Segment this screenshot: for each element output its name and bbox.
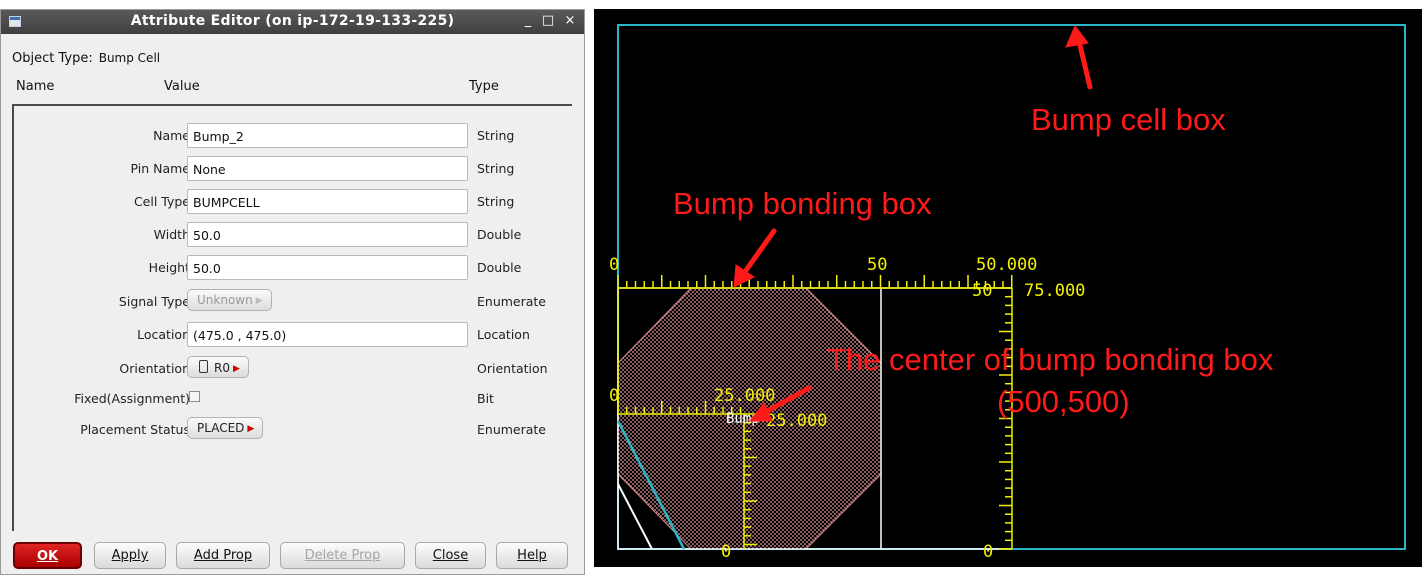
- attribute-row-orientation: Orientation R0 ▶ Orientation: [14, 356, 574, 382]
- attribute-label: Signal Type: [118, 294, 190, 309]
- add-prop-button[interactable]: Add Prop: [176, 542, 270, 569]
- attribute-row-cell-type: Cell Type BUMPCELL String: [14, 189, 574, 215]
- signal-type-value: Unknown: [197, 293, 253, 307]
- attribute-row-height: Height 50.0 Double: [14, 255, 574, 281]
- ruler-label: 0: [983, 542, 994, 562]
- attribute-type: Enumerate: [477, 294, 547, 309]
- signal-type-menu[interactable]: Unknown ▶: [187, 289, 272, 311]
- location-field[interactable]: (475.0 , 475.0): [187, 322, 468, 347]
- minimize-icon[interactable]: _: [521, 13, 535, 28]
- attribute-label: Cell Type: [133, 194, 190, 209]
- ruler-label: 75.000: [1024, 281, 1086, 301]
- ruler-label: 50.000: [976, 255, 1038, 275]
- attribute-label: Fixed(Assignment): [74, 391, 190, 406]
- attribute-row-location: Location (475.0 , 475.0) Location: [14, 322, 574, 348]
- orientation-menu[interactable]: R0 ▶: [187, 356, 249, 378]
- menu-arrow-icon: ▶: [247, 424, 255, 434]
- layout-canvas[interactable]: 0 50 50.000 50 75.000 0 25.000 25.000 Bu…: [594, 9, 1422, 567]
- object-type-value: Bump Cell: [98, 51, 161, 65]
- attribute-row-signal-type: Signal Type Unknown ▶ Enumerate: [14, 289, 574, 315]
- attribute-type: String: [477, 194, 515, 209]
- center-annotation-line2: (500,500): [997, 384, 1130, 419]
- orientation-icon: [199, 360, 208, 373]
- ruler-label: 0: [609, 255, 620, 275]
- help-button[interactable]: Help: [496, 542, 568, 569]
- attribute-type: String: [477, 161, 515, 176]
- apply-button[interactable]: Apply: [94, 542, 166, 569]
- attribute-type: Location: [477, 327, 530, 342]
- attribute-editor-window: Attribute Editor (on ip-172-19-133-225) …: [0, 9, 585, 575]
- close-icon[interactable]: ×: [563, 13, 577, 28]
- menu-arrow-icon: ▶: [255, 296, 263, 306]
- bump-bonding-box-annotation: Bump bonding box: [673, 186, 932, 221]
- attribute-label: Orientation: [119, 361, 190, 376]
- window-title: Attribute Editor (on ip-172-19-133-225): [130, 13, 455, 29]
- attribute-type: Bit: [477, 391, 494, 406]
- attribute-label: Height: [148, 260, 190, 275]
- attribute-type: Orientation: [477, 361, 548, 376]
- ruler-label: 0: [721, 542, 732, 562]
- maximize-icon[interactable]: □: [541, 13, 555, 28]
- pin-name-field[interactable]: None: [187, 156, 468, 181]
- ruler-label: 0: [609, 386, 620, 406]
- ruler-label: 25.000: [714, 386, 776, 406]
- bump-instance-label: Bump: [726, 411, 760, 427]
- column-header-type: Type: [469, 79, 499, 94]
- button-bar: OK Apply Add Prop Delete Prop Close Help: [1, 542, 584, 574]
- attribute-row-fixed: Fixed(Assignment) Bit: [14, 386, 574, 412]
- column-header-name: Name: [16, 79, 55, 94]
- attribute-panel: Name Bump_2 String Pin Name None String …: [12, 104, 572, 531]
- attribute-type: Double: [477, 260, 522, 275]
- object-type-label: Object Type:: [12, 51, 93, 66]
- delete-prop-button[interactable]: Delete Prop: [280, 542, 405, 569]
- bump-cell-box-annotation: Bump cell box: [1031, 102, 1226, 137]
- attribute-label: Name: [153, 128, 190, 143]
- layout-drawing: [616, 24, 1406, 550]
- menu-arrow-icon: ▶: [232, 364, 240, 374]
- attribute-label: Placement Status: [80, 422, 190, 437]
- ruler-label: 25.000: [766, 411, 828, 431]
- editor-content: Object Type: Bump Cell Name Value Type Na…: [1, 34, 584, 574]
- attribute-type: Enumerate: [477, 422, 547, 437]
- attribute-type: Double: [477, 227, 522, 242]
- placement-status-value: PLACED: [197, 421, 245, 435]
- close-button[interactable]: Close: [415, 542, 486, 569]
- column-header-value: Value: [164, 79, 200, 94]
- ruler-label: 50: [867, 255, 888, 275]
- attribute-label: Width: [153, 227, 190, 242]
- name-field[interactable]: Bump_2: [187, 123, 468, 148]
- width-field[interactable]: 50.0: [187, 222, 468, 247]
- title-bar[interactable]: Attribute Editor (on ip-172-19-133-225) …: [1, 10, 584, 34]
- ruler-label: 50: [972, 281, 993, 301]
- center-annotation-line1: The center of bump bonding box: [827, 342, 1274, 377]
- attribute-type: String: [477, 128, 515, 143]
- attribute-label: Pin Name: [130, 161, 190, 176]
- attribute-row-pin-name: Pin Name None String: [14, 156, 574, 182]
- ok-button[interactable]: OK: [13, 542, 82, 569]
- object-type: Object Type: Bump Cell: [12, 51, 160, 66]
- attribute-row-placement-status: Placement Status PLACED ▶ Enumerate: [14, 417, 574, 443]
- attribute-row-name: Name Bump_2 String: [14, 123, 574, 149]
- fixed-checkbox[interactable]: [189, 391, 200, 402]
- height-field[interactable]: 50.0: [187, 255, 468, 280]
- attribute-row-width: Width 50.0 Double: [14, 222, 574, 248]
- cell-type-field[interactable]: BUMPCELL: [187, 189, 468, 214]
- placement-status-menu[interactable]: PLACED ▶: [187, 417, 264, 439]
- orientation-value: R0: [214, 361, 230, 375]
- attribute-label: Location: [137, 327, 190, 342]
